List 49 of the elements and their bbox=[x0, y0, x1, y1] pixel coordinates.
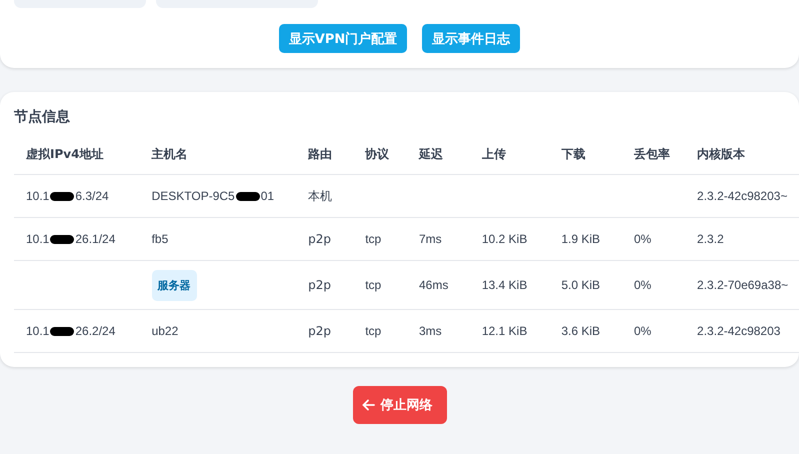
protocol-cell: tcp bbox=[365, 232, 382, 246]
column-header: 上传 bbox=[482, 146, 506, 160]
ip-address-text: 26.1/24 bbox=[75, 232, 116, 246]
route-cell: p2p bbox=[308, 232, 332, 246]
version-cell: 2.3.2-42c98203 bbox=[697, 324, 780, 338]
hostname: 01 bbox=[260, 189, 274, 203]
column-header: 路由 bbox=[308, 146, 332, 160]
hostname: DESKTOP-9C5 bbox=[152, 189, 235, 203]
route-cell: 本机 bbox=[308, 188, 332, 202]
download-cell: 1.9 KiB bbox=[561, 232, 600, 246]
upload-cell: 10.2 KiB bbox=[482, 232, 528, 246]
section-title: 节点信息 bbox=[14, 108, 71, 127]
download-cell: 5.0 KiB bbox=[561, 278, 600, 292]
column-header: 下载 bbox=[561, 146, 586, 160]
server-badge: 服务器 bbox=[152, 270, 197, 300]
ip-address-text: 26.2/24 bbox=[75, 324, 116, 338]
upload-cell: 12.1 KiB bbox=[482, 324, 528, 338]
latency-cell: 46ms bbox=[419, 278, 448, 292]
hostname: fb5 bbox=[152, 232, 168, 246]
action-button[interactable]: 显示VPN门户配置 bbox=[278, 24, 408, 53]
column-header: 丢包率 bbox=[634, 146, 670, 160]
column-header: 主机名 bbox=[152, 146, 188, 160]
download-cell: 3.6 KiB bbox=[561, 324, 600, 338]
column-header: 虚拟IPv4地址 bbox=[26, 146, 104, 160]
column-header: 协议 bbox=[365, 146, 390, 160]
packet-loss-cell: 0% bbox=[634, 324, 652, 338]
column-header: 延迟 bbox=[419, 146, 443, 160]
latency-cell: 7ms bbox=[419, 232, 442, 246]
stop-network-button[interactable]: 停止网络 bbox=[352, 386, 446, 424]
packet-loss-cell: 0% bbox=[634, 278, 652, 292]
version-cell: 2.3.2-42c98203~ bbox=[697, 189, 788, 203]
redaction-mark bbox=[236, 192, 260, 202]
ip-address-text: 10.1 bbox=[26, 324, 50, 338]
ip-address-text: 10.1 bbox=[26, 189, 50, 203]
version-cell: 2.3.2-70e69a38~ bbox=[697, 278, 788, 292]
route-cell: p2p bbox=[308, 324, 332, 338]
protocol-cell: tcp bbox=[365, 278, 382, 292]
packet-loss-cell: 0% bbox=[634, 232, 652, 246]
protocol-cell: tcp bbox=[365, 324, 382, 338]
upload-cell: 13.4 KiB bbox=[482, 278, 528, 292]
version-cell: 2.3.2 bbox=[697, 232, 724, 246]
column-header: 内核版本 bbox=[697, 146, 746, 160]
route-cell: p2p bbox=[308, 278, 332, 292]
ip-address-text: 6.3/24 bbox=[75, 189, 109, 203]
arrow-left-icon bbox=[362, 399, 374, 411]
hostname: ub22 bbox=[152, 324, 178, 338]
ip-address-text: 10.1 bbox=[26, 232, 50, 246]
action-button[interactable]: 显示事件日志 bbox=[422, 24, 520, 53]
latency-cell: 3ms bbox=[419, 324, 442, 338]
